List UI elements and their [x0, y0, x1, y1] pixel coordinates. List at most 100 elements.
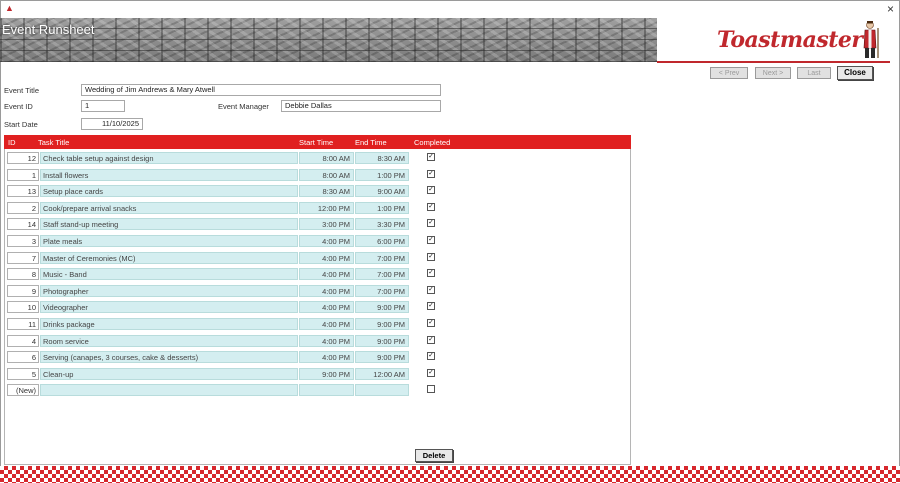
close-form-button[interactable]: Close: [837, 66, 873, 80]
start-time-cell[interactable]: 3:00 PM: [299, 218, 354, 231]
completed-checkbox[interactable]: ✓: [427, 252, 435, 261]
end-time-cell[interactable]: 9:00 PM: [355, 318, 409, 330]
completed-checkbox[interactable]: ✓: [427, 335, 435, 344]
task-title-cell[interactable]: Staff stand-up meeting: [40, 218, 298, 231]
start-time-cell[interactable]: 8:00 AM: [299, 168, 354, 181]
task-id-cell[interactable]: 12: [7, 152, 39, 164]
completed-checkbox[interactable]: ✓: [427, 202, 435, 211]
completed-checkbox[interactable]: ✓: [427, 169, 435, 178]
end-time-cell[interactable]: 9:00 PM: [355, 334, 409, 347]
task-id-cell[interactable]: 10: [7, 301, 39, 314]
start-time-cell[interactable]: 4:00 PM: [299, 318, 354, 330]
task-title-cell[interactable]: Install flowers: [40, 168, 298, 181]
task-id-cell[interactable]: 8: [7, 268, 39, 281]
col-header-start-time: Start Time: [299, 138, 334, 147]
task-title-cell[interactable]: Setup place cards: [40, 185, 298, 198]
start-time-cell[interactable]: 4:00 PM: [299, 284, 354, 297]
end-time-cell[interactable]: 1:00 PM: [355, 201, 409, 214]
completed-checkbox[interactable]: ✓: [427, 153, 435, 161]
event-manager-field[interactable]: Debbie Dallas: [281, 100, 441, 112]
completed-checkbox[interactable]: ✓: [427, 319, 435, 327]
start-date-field[interactable]: 11/10/2025: [81, 118, 143, 130]
task-id-cell[interactable]: (New): [7, 384, 39, 397]
stone-banner: [0, 18, 657, 62]
form-title: Event Runsheet: [2, 22, 95, 37]
end-time-cell[interactable]: 9:00 PM: [355, 351, 409, 364]
start-time-cell[interactable]: 4:00 PM: [299, 301, 354, 314]
completed-checkbox[interactable]: ✓: [427, 186, 435, 195]
task-id-cell[interactable]: 4: [7, 334, 39, 347]
task-id-cell[interactable]: 5: [7, 367, 39, 380]
col-header-end-time: End Time: [355, 138, 387, 147]
task-title-cell[interactable]: Serving (canapes, 3 courses, cake & dess…: [40, 351, 298, 364]
close-window-button[interactable]: ×: [887, 2, 894, 16]
checkered-footer: [0, 466, 900, 483]
start-time-cell[interactable]: 4:00 PM: [299, 235, 354, 247]
event-title-label: Event Title: [4, 86, 40, 95]
completed-checkbox[interactable]: [427, 385, 435, 394]
completed-checkbox[interactable]: ✓: [427, 285, 435, 294]
task-id-cell[interactable]: 11: [7, 318, 39, 330]
end-time-cell[interactable]: 8:30 AM: [355, 152, 409, 164]
end-time-cell[interactable]: 1:00 PM: [355, 168, 409, 181]
completed-checkbox[interactable]: ✓: [427, 368, 435, 377]
task-title-cell[interactable]: Cook/prepare arrival snacks: [40, 201, 298, 214]
col-header-id: ID: [8, 138, 16, 147]
task-title-cell[interactable]: Check table setup against design: [40, 152, 298, 164]
task-title-cell[interactable]: Clean-up: [40, 367, 298, 380]
start-time-cell[interactable]: 4:00 PM: [299, 251, 354, 264]
next-record-button[interactable]: Next >: [755, 67, 791, 79]
end-time-cell[interactable]: 6:00 PM: [355, 235, 409, 247]
start-time-cell[interactable]: 4:00 PM: [299, 351, 354, 364]
prev-record-button[interactable]: < Prev: [710, 67, 748, 79]
start-time-cell[interactable]: 4:00 PM: [299, 334, 354, 347]
task-id-cell[interactable]: 2: [7, 201, 39, 214]
task-id-cell[interactable]: 13: [7, 185, 39, 198]
end-time-cell[interactable]: 12:00 AM: [355, 367, 409, 380]
task-title-cell[interactable]: Photographer: [40, 284, 298, 297]
task-id-cell[interactable]: 7: [7, 251, 39, 264]
end-time-cell[interactable]: 7:00 PM: [355, 251, 409, 264]
start-time-cell[interactable]: 4:00 PM: [299, 268, 354, 281]
start-time-cell[interactable]: 8:00 AM: [299, 152, 354, 164]
toastmaster-figure-icon: [863, 21, 879, 58]
event-id-label: Event ID: [4, 102, 33, 111]
event-id-field[interactable]: 1: [81, 100, 125, 112]
start-time-cell[interactable]: 9:00 PM: [299, 367, 354, 380]
completed-checkbox[interactable]: ✓: [427, 236, 435, 244]
last-record-button[interactable]: Last: [797, 67, 831, 79]
task-title-cell[interactable]: [40, 384, 298, 397]
completed-checkbox[interactable]: ✓: [427, 352, 435, 361]
task-id-cell[interactable]: 3: [7, 235, 39, 247]
end-time-cell[interactable]: [355, 384, 409, 397]
task-id-cell[interactable]: 9: [7, 284, 39, 297]
end-time-cell[interactable]: 9:00 AM: [355, 185, 409, 198]
end-time-cell[interactable]: 3:30 PM: [355, 218, 409, 231]
app-icon: ▲: [5, 3, 14, 13]
event-manager-label: Event Manager: [218, 102, 269, 111]
task-title-cell[interactable]: Room service: [40, 334, 298, 347]
task-id-cell[interactable]: 14: [7, 218, 39, 231]
toastmaster-logo: Toastmaster: [717, 27, 863, 53]
delete-button[interactable]: Delete: [415, 449, 453, 462]
event-title-field[interactable]: Wedding of Jim Andrews & Mary Atwell: [81, 84, 441, 96]
start-time-cell[interactable]: 12:00 PM: [299, 201, 354, 214]
task-title-cell[interactable]: Drinks package: [40, 318, 298, 330]
task-id-cell[interactable]: 6: [7, 351, 39, 364]
end-time-cell[interactable]: 7:00 PM: [355, 268, 409, 281]
task-table-header: ID Task Title Start Time End Time Comple…: [4, 135, 631, 149]
task-title-cell[interactable]: Videographer: [40, 301, 298, 314]
logo-underline: [657, 61, 890, 63]
start-time-cell[interactable]: 8:30 AM: [299, 185, 354, 198]
completed-checkbox[interactable]: ✓: [427, 269, 435, 278]
start-time-cell[interactable]: [299, 384, 354, 397]
task-title-cell[interactable]: Master of Ceremonies (MC): [40, 251, 298, 264]
completed-checkbox[interactable]: ✓: [427, 302, 435, 311]
completed-checkbox[interactable]: ✓: [427, 219, 435, 228]
task-id-cell[interactable]: 1: [7, 168, 39, 181]
end-time-cell[interactable]: 7:00 PM: [355, 284, 409, 297]
start-date-label: Start Date: [4, 120, 38, 129]
task-title-cell[interactable]: Plate meals: [40, 235, 298, 247]
end-time-cell[interactable]: 9:00 PM: [355, 301, 409, 314]
task-title-cell[interactable]: Music - Band: [40, 268, 298, 281]
